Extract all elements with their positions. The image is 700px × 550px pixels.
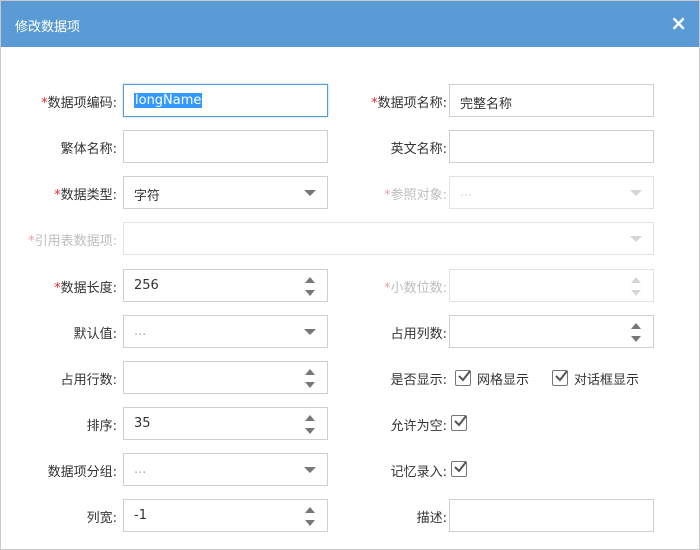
col-span-stepper[interactable] [449, 315, 654, 348]
dialog-title: 修改数据项 [15, 20, 81, 35]
col-width-stepper[interactable]: -1 [123, 499, 328, 532]
row-ref-table: *引用表数据项: [1, 222, 700, 255]
label-trad-name: 繁体名称: [60, 142, 117, 157]
label-default: 默认值: [73, 327, 117, 342]
length-value: 256 [134, 278, 159, 293]
row-span-stepper[interactable] [123, 361, 328, 394]
code-input[interactable]: longName [123, 84, 328, 117]
desc-input[interactable] [449, 499, 654, 532]
decimals-stepper [449, 269, 654, 302]
chevron-down-icon [304, 329, 316, 335]
row-trad-en: 繁体名称: 英文名称: [1, 130, 700, 163]
dialog-display-label: 对话框显示 [574, 373, 640, 388]
dialog-title-bar: 修改数据项 × [1, 1, 699, 47]
row-type-ref: *数据类型: 字符 *参照对象: ... [1, 176, 700, 209]
dialog-display-checkbox[interactable] [552, 370, 568, 386]
label-nullable: 允许为空: [390, 419, 447, 434]
label-en-name: 英文名称: [390, 142, 447, 157]
check-icon [555, 370, 568, 382]
data-type-select[interactable]: 字符 [123, 176, 328, 209]
label-length: *数据长度: [54, 281, 117, 296]
chevron-down-icon [630, 236, 642, 242]
label-col-width: 列宽: [86, 511, 117, 526]
stepper-icon[interactable] [304, 507, 316, 526]
row-length-decimals: *数据长度: 256 *小数位数: [1, 269, 700, 302]
trad-name-input[interactable] [123, 130, 328, 163]
ref-table-select [123, 222, 654, 255]
data-type-value: 字符 [134, 189, 161, 204]
label-row-span: 占用行数: [60, 373, 117, 388]
check-icon [458, 370, 471, 382]
default-select[interactable]: ... [123, 315, 328, 348]
label-desc: 描述: [416, 511, 447, 526]
row-default-colspan: 默认值: ... 占用列数: [1, 315, 700, 348]
remember-checkbox[interactable] [451, 461, 467, 477]
label-visible: 是否显示: [390, 373, 447, 388]
order-value: 35 [134, 416, 151, 431]
label-col-span: 占用列数: [390, 327, 447, 342]
row-code-name: *数据项编码: longName *数据项名称: 完整名称 [1, 84, 700, 117]
check-icon [454, 415, 467, 427]
stepper-icon[interactable] [304, 277, 316, 296]
stepper-icon [630, 277, 642, 296]
chevron-down-icon [304, 190, 316, 196]
nullable-checkbox[interactable] [451, 415, 467, 431]
row-order-nullable: 排序: 35 允许为空: [1, 407, 700, 440]
name-input[interactable]: 完整名称 [449, 84, 654, 117]
row-group-remember: 数据项分组: ... 记忆录入: [1, 453, 700, 486]
stepper-icon[interactable] [304, 369, 316, 388]
label-group: 数据项分组: [47, 465, 117, 480]
label-code: *数据项编码: [41, 96, 117, 111]
label-name: *数据项名称: [371, 96, 447, 111]
label-decimals: *小数位数: [384, 281, 447, 296]
code-input-value: longName [134, 93, 203, 108]
chevron-down-icon [304, 467, 316, 473]
stepper-icon[interactable] [304, 415, 316, 434]
label-remember: 记忆录入: [390, 465, 447, 480]
name-input-value: 完整名称 [460, 97, 513, 112]
chevron-down-icon [630, 190, 642, 196]
label-ref-table: *引用表数据项: [28, 234, 117, 249]
grid-display-checkbox[interactable] [455, 370, 471, 386]
order-stepper[interactable]: 35 [123, 407, 328, 440]
stepper-icon[interactable] [630, 323, 642, 342]
check-icon [454, 461, 467, 473]
length-stepper[interactable]: 256 [123, 269, 328, 302]
close-icon[interactable]: × [670, 12, 687, 34]
label-order: 排序: [86, 419, 117, 434]
grid-display-label: 网格显示 [477, 373, 530, 388]
group-select[interactable]: ... [123, 453, 328, 486]
col-width-value: -1 [134, 508, 147, 523]
ref-obj-select: ... [449, 176, 654, 209]
edit-data-item-dialog: 修改数据项 × *数据项编码: longName *数据项名称: 完整名称 繁体… [0, 0, 700, 550]
label-ref-obj: *参照对象: [384, 188, 447, 203]
en-name-input[interactable] [449, 130, 654, 163]
row-width-desc: 列宽: -1 描述: [1, 499, 700, 532]
row-rowspan-visible: 占用行数: 是否显示: 网格显示 对话框显示 [1, 361, 700, 394]
label-data-type: *数据类型: [54, 188, 117, 203]
